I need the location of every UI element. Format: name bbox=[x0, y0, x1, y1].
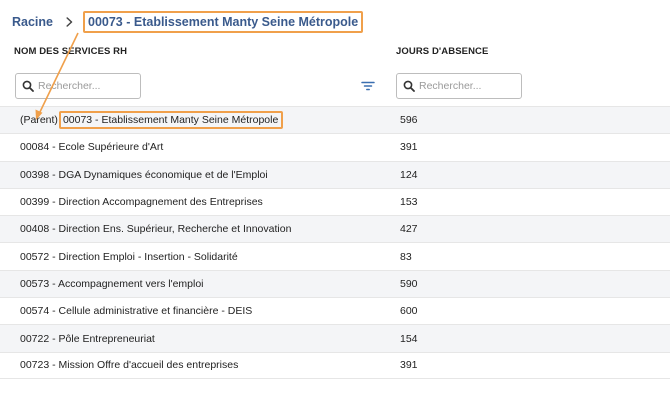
search-days-input[interactable] bbox=[419, 80, 514, 92]
service-name-cell: 00398 - DGA Dynamiques économique et de … bbox=[20, 168, 268, 181]
table-row[interactable]: 00572 - Direction Emploi - Insertion - S… bbox=[0, 242, 670, 269]
service-name-cell: 00084 - Ecole Supérieure d'Art bbox=[20, 141, 164, 154]
absence-days-cell: 154 bbox=[400, 332, 418, 345]
table-row[interactable]: 00574 - Cellule administrative et financ… bbox=[0, 297, 670, 324]
breadcrumb-root-link[interactable]: Racine bbox=[12, 15, 53, 29]
service-name-cell: 00722 - Pôle Entrepreneuriat bbox=[20, 332, 155, 345]
absence-days-cell: 153 bbox=[400, 196, 418, 209]
table-row-parent[interactable]: (Parent) 00073 - Etablissement Manty Sein… bbox=[0, 106, 670, 134]
highlighted-service-name: 00073 - Etablissement Manty Seine Métrop… bbox=[58, 111, 284, 130]
search-days-field bbox=[396, 73, 522, 99]
absence-days-cell: 596 bbox=[400, 114, 418, 127]
table-row[interactable]: 00723 - Mission Offre d'accueil des entr… bbox=[0, 351, 670, 379]
absence-days-cell: 590 bbox=[400, 277, 418, 290]
absence-days-cell: 83 bbox=[400, 250, 412, 263]
service-name-cell: 00408 - Direction Ens. Supérieur, Recher… bbox=[20, 223, 292, 236]
absence-days-cell: 600 bbox=[400, 305, 418, 318]
service-name-cell: (Parent) 00073 - Etablissement Manty Sein… bbox=[20, 111, 284, 130]
chevron-right-icon bbox=[66, 17, 73, 27]
service-name-cell: 00723 - Mission Offre d'accueil des entr… bbox=[20, 359, 239, 372]
service-name-cell: 00573 - Accompagnement vers l'emploi bbox=[20, 277, 204, 290]
absence-days-cell: 427 bbox=[400, 223, 418, 236]
table-row[interactable]: 00722 - Pôle Entrepreneuriat 154 bbox=[0, 324, 670, 352]
column-header-days[interactable]: JOURS D'ABSENCE bbox=[396, 46, 488, 57]
services-table: (Parent) 00073 - Etablissement Manty Sein… bbox=[0, 106, 670, 379]
search-name-field bbox=[15, 73, 141, 99]
filter-icon[interactable] bbox=[361, 80, 375, 92]
search-icon bbox=[22, 80, 34, 92]
table-row[interactable]: 00398 - DGA Dynamiques économique et de … bbox=[0, 160, 670, 188]
absence-days-cell: 391 bbox=[400, 141, 418, 154]
table-row[interactable]: 00399 - Direction Accompagnement des Ent… bbox=[0, 187, 670, 215]
absence-days-cell: 391 bbox=[400, 359, 418, 372]
service-name-cell: 00574 - Cellule administrative et financ… bbox=[20, 305, 253, 318]
table-row[interactable]: 00084 - Ecole Supérieure d'Art 391 bbox=[0, 133, 670, 160]
search-icon bbox=[403, 80, 415, 92]
absence-days-cell: 124 bbox=[400, 168, 418, 181]
table-header: NOM DES SERVICES RH JOURS D'ABSENCE bbox=[0, 42, 670, 62]
breadcrumb: Racine 00073 - Etablissement Manty Seine… bbox=[12, 10, 364, 34]
service-name-cell: 00572 - Direction Emploi - Insertion - S… bbox=[20, 250, 238, 263]
column-header-name[interactable]: NOM DES SERVICES RH bbox=[14, 46, 127, 57]
table-row[interactable]: 00408 - Direction Ens. Supérieur, Recher… bbox=[0, 215, 670, 243]
search-name-input[interactable] bbox=[38, 80, 133, 92]
breadcrumb-current: 00073 - Etablissement Manty Seine Métrop… bbox=[83, 11, 364, 33]
service-name-cell: 00399 - Direction Accompagnement des Ent… bbox=[20, 196, 263, 209]
table-row[interactable]: 00573 - Accompagnement vers l'emploi 590 bbox=[0, 269, 670, 298]
parent-label: (Parent) bbox=[20, 114, 58, 127]
